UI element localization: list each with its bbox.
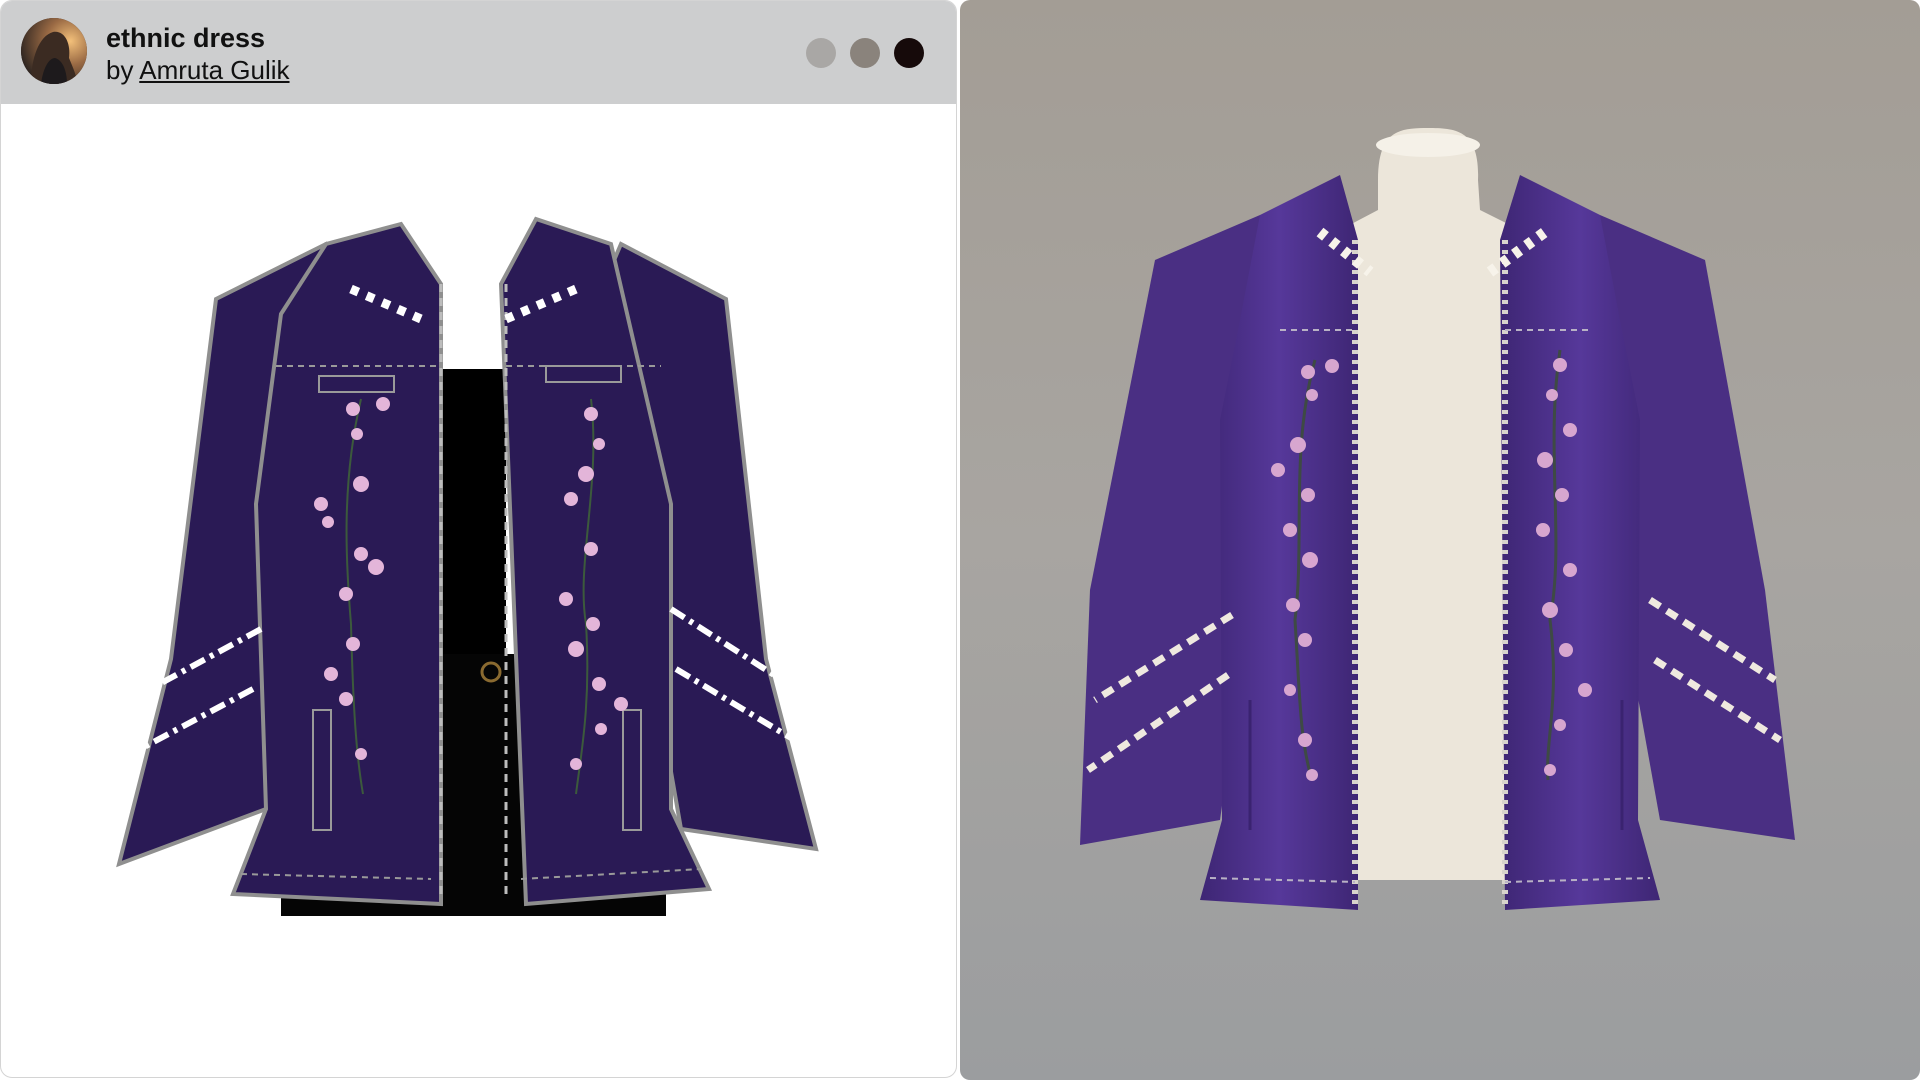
author-byline: by Amruta Gulik [106, 55, 290, 86]
author-avatar[interactable] [21, 18, 87, 84]
jacket-photo [960, 0, 1920, 1080]
sketch-card: ethnic dress by Amruta Gulik [0, 0, 957, 1078]
author-link[interactable]: Amruta Gulik [139, 55, 289, 85]
swatch-light-gray[interactable] [806, 38, 836, 68]
design-title: ethnic dress [106, 23, 266, 53]
swatch-dark-brown[interactable] [894, 38, 924, 68]
card-header: ethnic dress by Amruta Gulik [1, 1, 956, 104]
jacket-sketch [1, 104, 956, 1077]
swatch-warm-gray[interactable] [850, 38, 880, 68]
by-label: by [106, 55, 134, 85]
